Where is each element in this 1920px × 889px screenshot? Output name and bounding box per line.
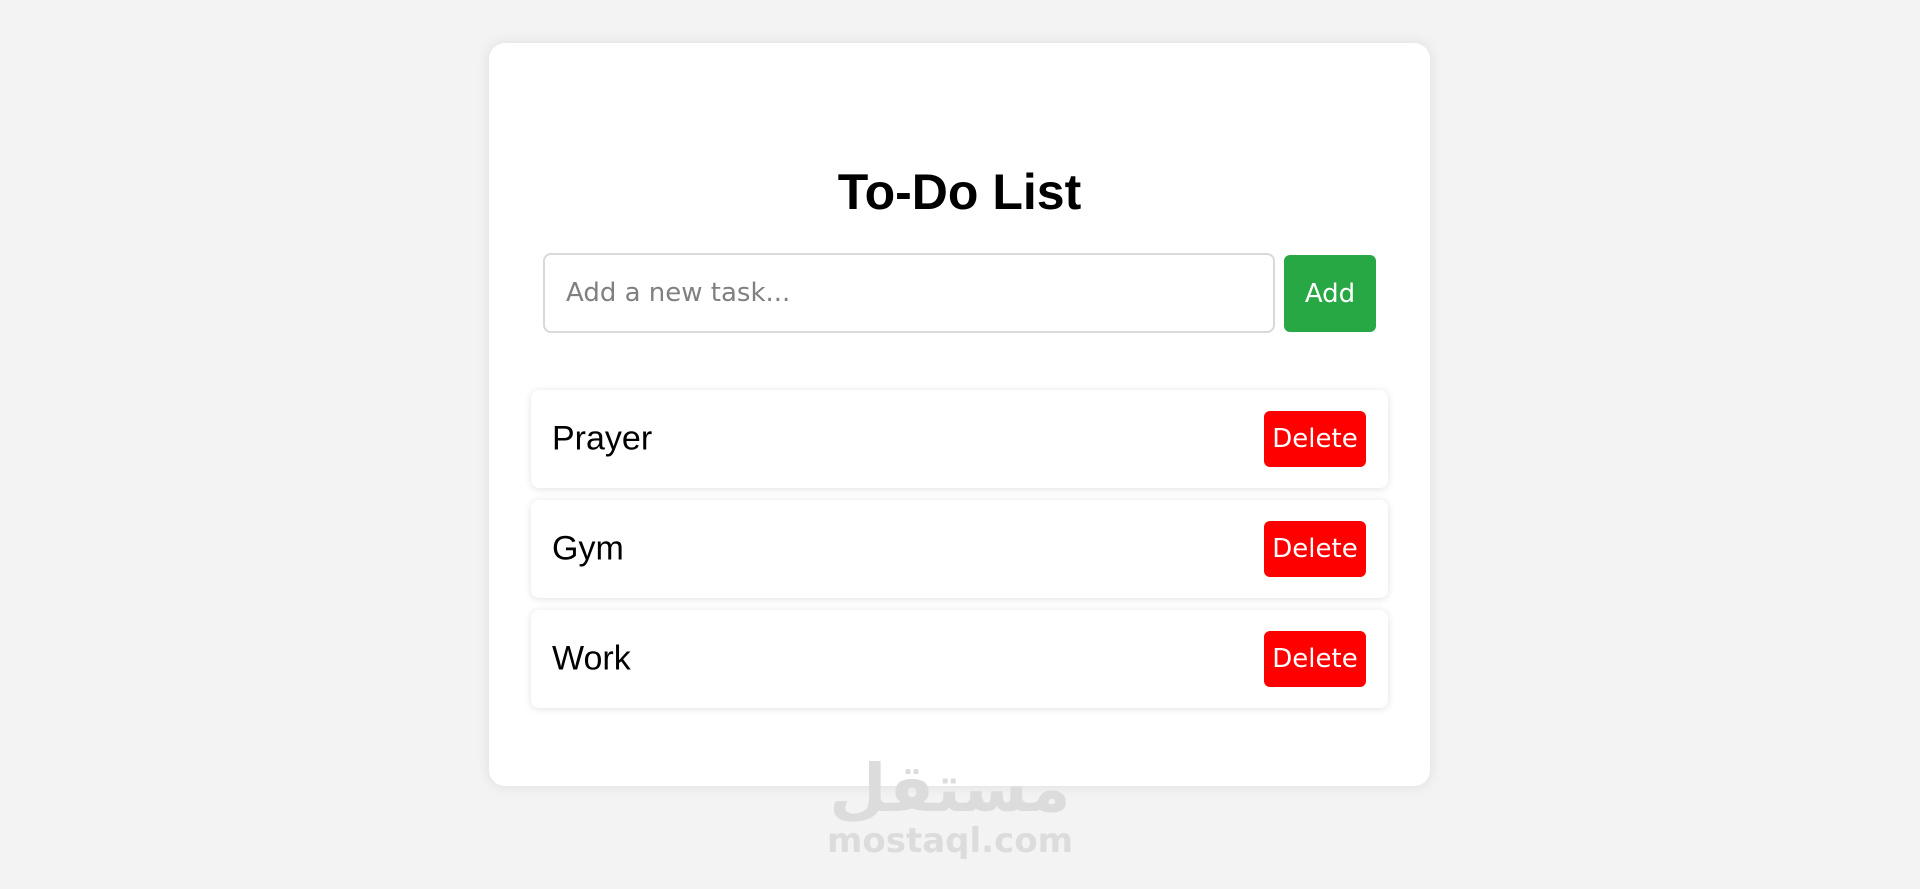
delete-task-button[interactable]: Delete	[1264, 521, 1366, 577]
delete-task-button[interactable]: Delete	[1264, 631, 1366, 687]
task-item: Prayer Delete	[531, 390, 1388, 488]
page-title: To-Do List	[837, 164, 1082, 220]
task-text: Prayer	[552, 419, 653, 458]
todo-card: To-Do List Add Prayer Delete Gym Delete …	[489, 43, 1430, 786]
task-item: Work Delete	[531, 610, 1388, 708]
task-text: Work	[552, 639, 631, 678]
task-text: Gym	[552, 529, 624, 568]
watermark-url: mostaql.com	[826, 821, 1074, 861]
add-task-button[interactable]: Add	[1284, 255, 1376, 332]
new-task-input[interactable]	[543, 253, 1275, 333]
task-item: Gym Delete	[531, 500, 1388, 598]
task-list: Prayer Delete Gym Delete Work Delete	[531, 390, 1388, 720]
delete-task-button[interactable]: Delete	[1264, 411, 1366, 467]
